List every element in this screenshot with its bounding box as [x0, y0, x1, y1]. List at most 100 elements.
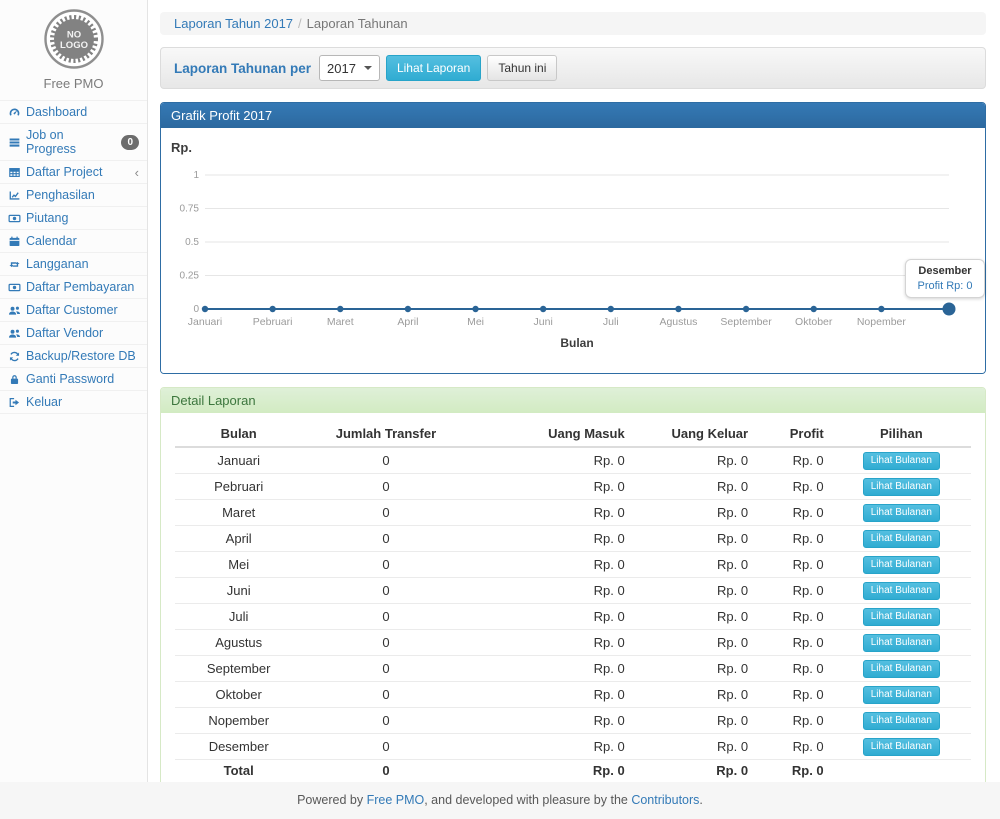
lihat-bulanan-button[interactable]: Lihat Bulanan [863, 478, 940, 496]
table-row: April 0 Rp. 0 Rp. 0 Rp. 0 Lihat Bulanan [175, 526, 971, 552]
table-icon [8, 166, 21, 179]
cell-uang-keluar: Rp. 0 [633, 682, 756, 708]
lihat-bulanan-button[interactable]: Lihat Bulanan [863, 660, 940, 678]
footer-link-freepmo[interactable]: Free PMO [367, 793, 425, 807]
year-select[interactable]: 2017 [319, 55, 380, 81]
column-header-pilihan: Pilihan [832, 421, 971, 447]
chart-panel-title: Grafik Profit 2017 [161, 103, 985, 128]
cell-pilihan: Lihat Bulanan [832, 656, 971, 682]
cell-pilihan: Lihat Bulanan [832, 734, 971, 760]
lihat-bulanan-button[interactable]: Lihat Bulanan [863, 738, 940, 756]
sidebar-item-job-on-progress[interactable]: Job on Progress0 [0, 124, 147, 161]
calendar-icon [8, 235, 21, 248]
svg-text:Nopember: Nopember [857, 316, 907, 328]
cell-jumlah-transfer: 0 [302, 734, 469, 760]
chevron-left-icon: ‹ [135, 166, 139, 179]
sidebar-item-langganan[interactable]: Langganan [0, 253, 147, 276]
cell-uang-masuk: Rp. 0 [470, 734, 633, 760]
table-row: Pebruari 0 Rp. 0 Rp. 0 Rp. 0 Lihat Bulan… [175, 474, 971, 500]
svg-text:1: 1 [193, 170, 199, 181]
cell-pilihan: Lihat Bulanan [832, 630, 971, 656]
report-table: BulanJumlah TransferUang MasukUang Kelua… [175, 421, 971, 781]
column-header-jumlah-transfer: Jumlah Transfer [302, 421, 469, 447]
lihat-laporan-button[interactable]: Lihat Laporan [386, 55, 481, 81]
cell-uang-masuk: Rp. 0 [470, 552, 633, 578]
sidebar-item-label: Daftar Project [26, 165, 102, 179]
sidebar-item-calendar[interactable]: Calendar [0, 230, 147, 253]
sidebar-item-ganti-password[interactable]: Ganti Password [0, 368, 147, 391]
cell-uang-masuk: Rp. 0 [470, 447, 633, 474]
sidebar-item-penghasilan[interactable]: Penghasilan [0, 184, 147, 207]
cell-profit: Rp. 0 [756, 656, 832, 682]
table-row: Oktober 0 Rp. 0 Rp. 0 Rp. 0 Lihat Bulana… [175, 682, 971, 708]
tahun-ini-button[interactable]: Tahun ini [487, 55, 557, 81]
cell-uang-masuk: Rp. 0 [470, 604, 633, 630]
cell-jumlah-transfer: 0 [302, 500, 469, 526]
lihat-bulanan-button[interactable]: Lihat Bulanan [863, 582, 940, 600]
brand-name: Free PMO [0, 76, 147, 91]
cell-pilihan: Lihat Bulanan [832, 708, 971, 734]
cell-uang-keluar: Rp. 0 [633, 630, 756, 656]
sidebar-item-daftar-project[interactable]: Daftar Project ‹ [0, 161, 147, 184]
money-icon [8, 281, 21, 294]
sidebar-item-keluar[interactable]: Keluar [0, 391, 147, 414]
lihat-bulanan-button[interactable]: Lihat Bulanan [863, 452, 940, 470]
breadcrumb-link[interactable]: Laporan Tahun 2017 [174, 16, 293, 31]
cell-uang-keluar: Rp. 0 [633, 656, 756, 682]
chart-tooltip: Desember Profit Rp: 0 [905, 259, 985, 298]
sidebar-item-daftar-vendor[interactable]: Daftar Vendor [0, 322, 147, 345]
svg-text:Agustus: Agustus [659, 316, 697, 328]
table-header-row: BulanJumlah TransferUang MasukUang Kelua… [175, 421, 971, 447]
cell-jumlah-transfer: 0 [302, 682, 469, 708]
sidebar: NO LOGO Free PMO DashboardJob on Progres… [0, 0, 148, 782]
filter-label: Laporan Tahunan per [174, 61, 311, 76]
svg-text:Bulan: Bulan [560, 336, 593, 350]
lihat-bulanan-button[interactable]: Lihat Bulanan [863, 608, 940, 626]
cell-profit: Rp. 0 [756, 447, 832, 474]
cell-jumlah-transfer: 0 [302, 708, 469, 734]
svg-text:Juni: Juni [534, 316, 553, 328]
svg-text:0: 0 [193, 304, 199, 315]
cell-jumlah-transfer: 0 [302, 552, 469, 578]
detail-report-panel: Detail Laporan BulanJumlah TransferUang … [160, 387, 986, 794]
svg-text:NO: NO [66, 30, 80, 41]
footer-link-contributors[interactable]: Contributors [631, 793, 699, 807]
cell-pilihan: Lihat Bulanan [832, 578, 971, 604]
lihat-bulanan-button[interactable]: Lihat Bulanan [863, 634, 940, 652]
total-profit: Rp. 0 [756, 760, 832, 782]
cell-uang-keluar: Rp. 0 [633, 552, 756, 578]
sidebar-menu: Dashboard Job on Progress0 Daftar Project ‹… [0, 100, 147, 414]
cell-profit: Rp. 0 [756, 734, 832, 760]
cell-uang-masuk: Rp. 0 [470, 630, 633, 656]
profit-line-chart[interactable]: Rp.00.250.50.751JanuariPebruariMaretApri… [161, 128, 985, 373]
total-jumlah-transfer: 0 [302, 760, 469, 782]
lihat-bulanan-button[interactable]: Lihat Bulanan [863, 504, 940, 522]
lihat-bulanan-button[interactable]: Lihat Bulanan [863, 712, 940, 730]
main-content: Laporan Tahun 2017/Laporan Tahunan Lapor… [149, 0, 1000, 782]
lihat-bulanan-button[interactable]: Lihat Bulanan [863, 556, 940, 574]
cell-uang-keluar: Rp. 0 [633, 474, 756, 500]
svg-text:Rp.: Rp. [171, 140, 192, 155]
sidebar-item-backup-restore-db[interactable]: Backup/Restore DB [0, 345, 147, 368]
cell-pilihan: Lihat Bulanan [832, 604, 971, 630]
cell-bulan: Januari [175, 447, 302, 474]
line-chart-icon [8, 189, 21, 202]
cell-bulan: Pebruari [175, 474, 302, 500]
sidebar-item-dashboard[interactable]: Dashboard [0, 101, 147, 124]
sidebar-item-label: Dashboard [26, 105, 87, 119]
year-filter-panel: Laporan Tahunan per 2017 Lihat Laporan T… [160, 47, 986, 89]
column-header-profit: Profit [756, 421, 832, 447]
lihat-bulanan-button[interactable]: Lihat Bulanan [863, 530, 940, 548]
cell-bulan: Agustus [175, 630, 302, 656]
table-row: September 0 Rp. 0 Rp. 0 Rp. 0 Lihat Bula… [175, 656, 971, 682]
svg-text:Mei: Mei [467, 316, 484, 328]
svg-text:Maret: Maret [327, 316, 354, 328]
sidebar-item-daftar-pembayaran[interactable]: Daftar Pembayaran [0, 276, 147, 299]
detail-table-wrapper: BulanJumlah TransferUang MasukUang Kelua… [161, 413, 985, 793]
table-row: Maret 0 Rp. 0 Rp. 0 Rp. 0 Lihat Bulanan [175, 500, 971, 526]
total-pilihan-empty [832, 760, 971, 782]
cell-uang-masuk: Rp. 0 [470, 578, 633, 604]
sidebar-item-daftar-customer[interactable]: Daftar Customer [0, 299, 147, 322]
lihat-bulanan-button[interactable]: Lihat Bulanan [863, 686, 940, 704]
sidebar-item-piutang[interactable]: Piutang [0, 207, 147, 230]
